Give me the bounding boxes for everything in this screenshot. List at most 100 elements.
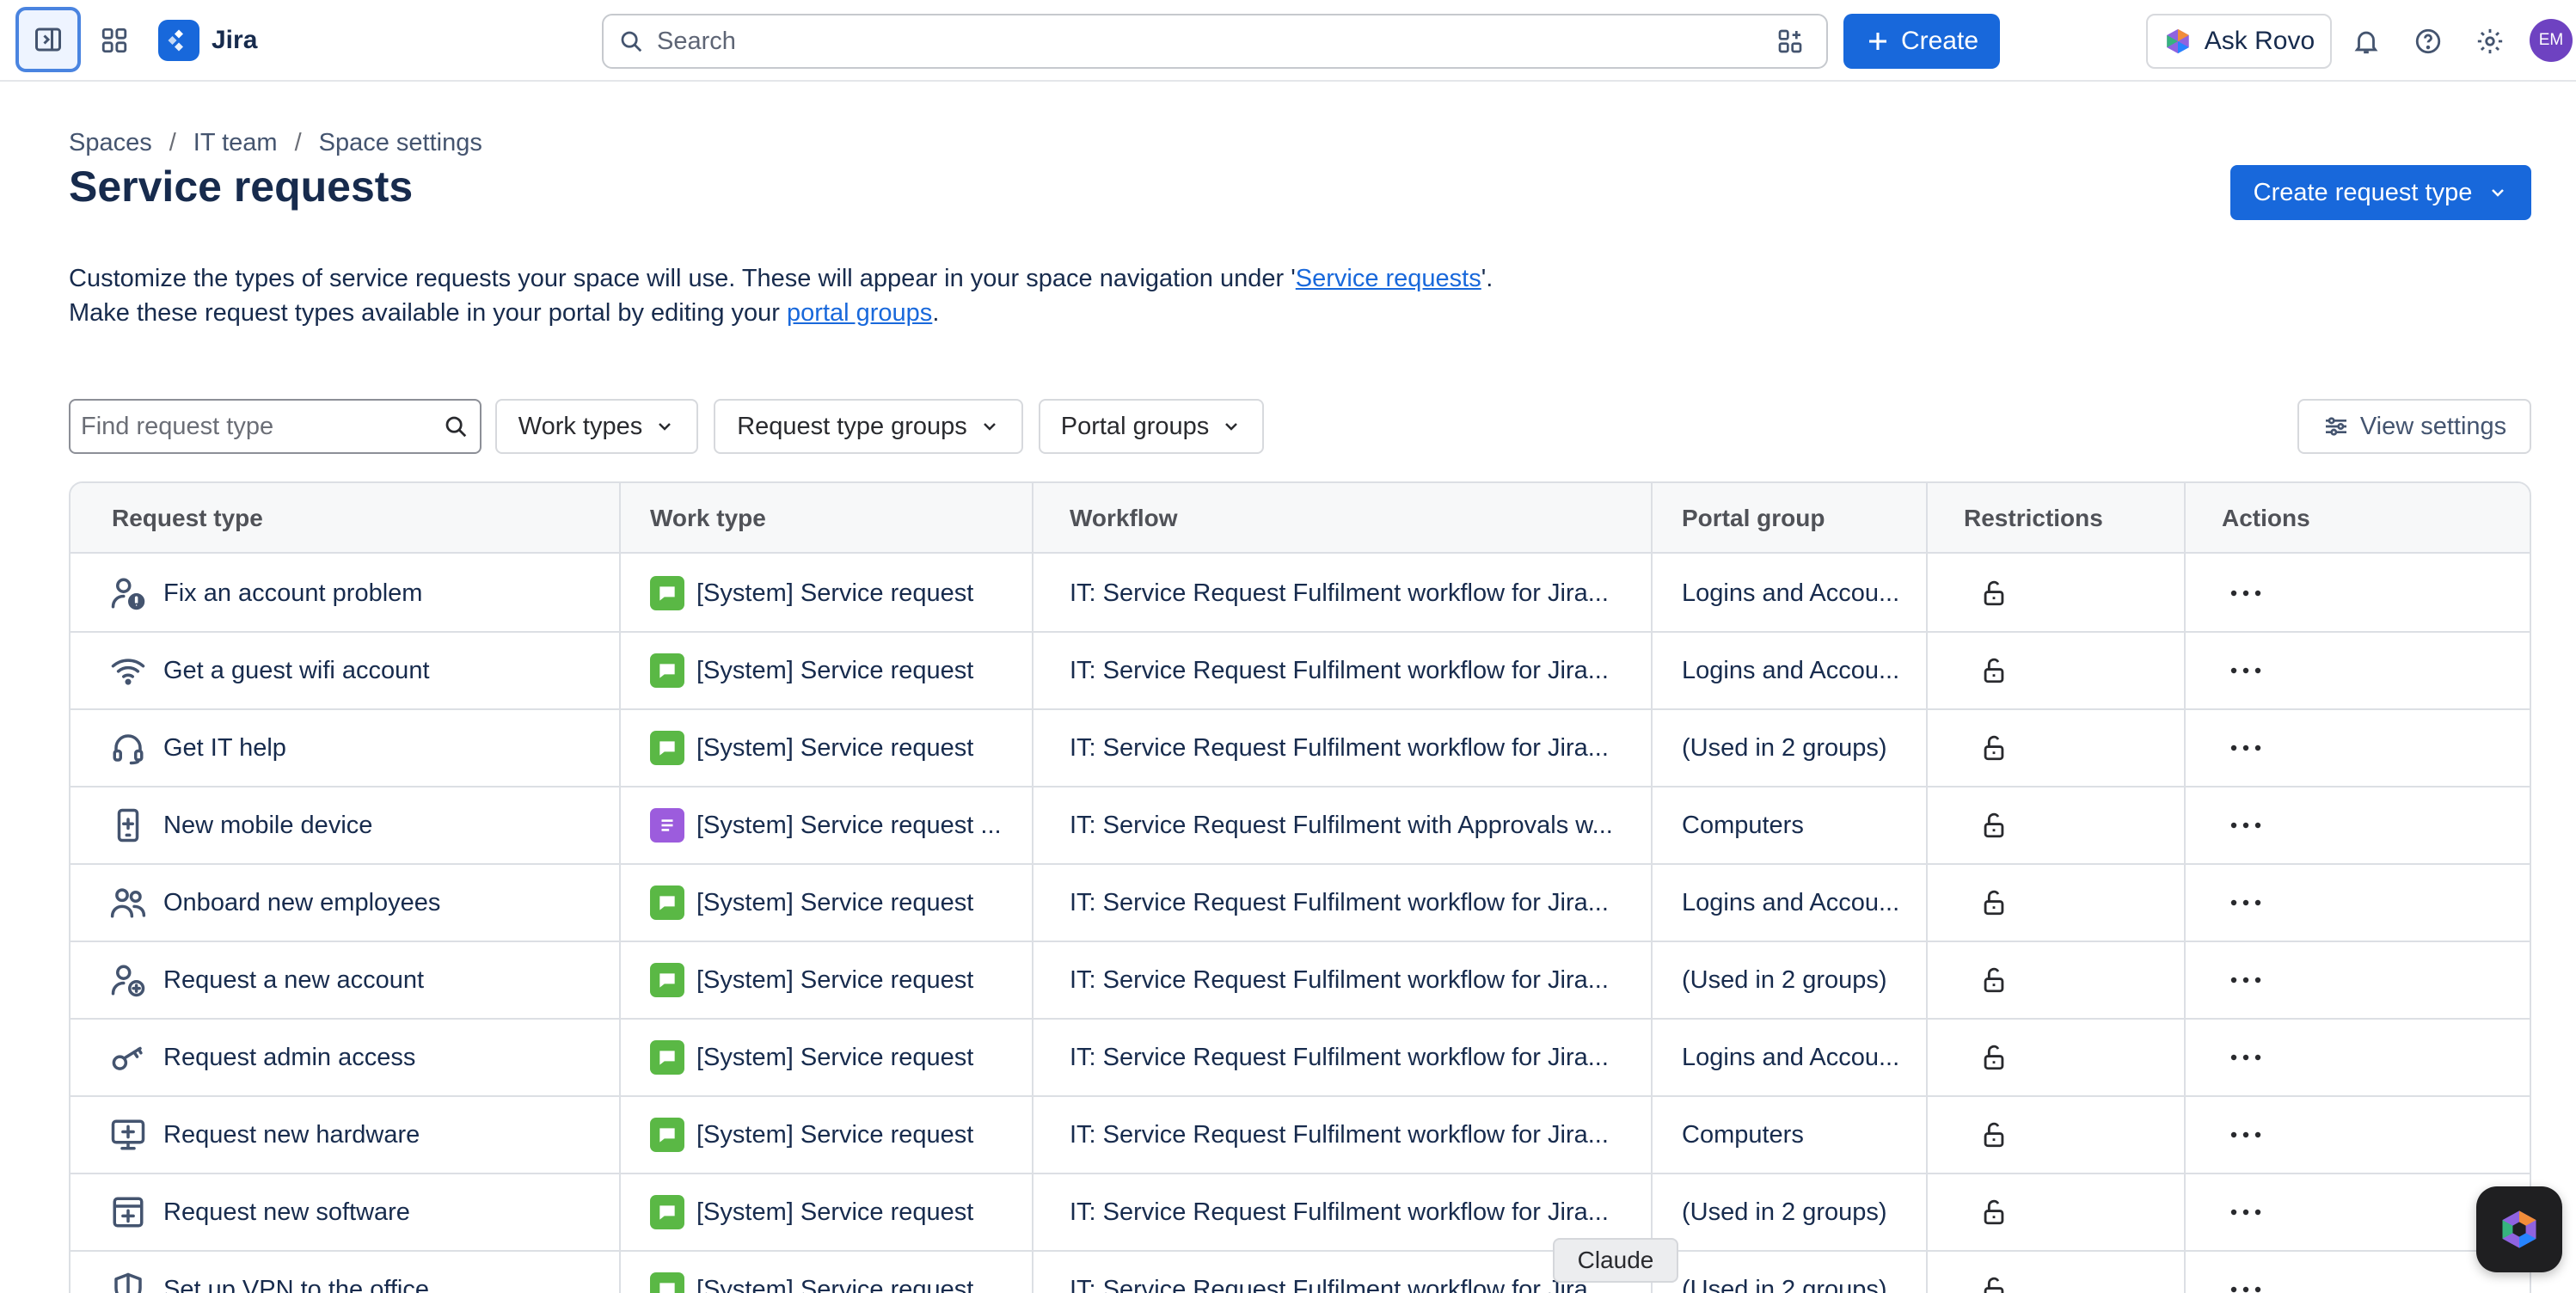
more-actions-icon[interactable] <box>2220 649 2272 692</box>
table-row[interactable]: New mobile device [System] Service reques… <box>71 787 2530 865</box>
portal-group-label[interactable]: (Used in 2 groups) <box>1682 1276 1887 1293</box>
table-row[interactable]: Request a new account [System] Service re… <box>71 942 2530 1020</box>
more-actions-icon[interactable] <box>2220 572 2272 615</box>
more-actions-icon[interactable] <box>2220 804 2272 847</box>
request-type-name[interactable]: Request new hardware <box>163 1121 420 1149</box>
table-row[interactable]: Get a guest wifi account [System] Service… <box>71 633 2530 710</box>
workflow-label[interactable]: IT: Service Request Fulfilment workflow … <box>1070 1044 1609 1072</box>
table-row[interactable]: Request new software [System] Service req… <box>71 1174 2530 1252</box>
request-type-name[interactable]: Request admin access <box>163 1044 415 1072</box>
request-type-groups-filter[interactable]: Request type groups <box>714 399 1023 454</box>
portal-group-label[interactable]: Logins and Accou... <box>1682 1044 1899 1072</box>
request-type-name[interactable]: Onboard new employees <box>163 889 440 917</box>
global-search[interactable] <box>602 14 1828 69</box>
unlock-icon[interactable] <box>1972 804 2015 847</box>
more-actions-icon[interactable] <box>2220 1113 2272 1156</box>
portal-group-label[interactable]: Computers <box>1682 1121 1804 1149</box>
view-settings-button[interactable]: View settings <box>2297 399 2531 454</box>
table-row[interactable]: Set up VPN to the office [System] Service… <box>71 1252 2530 1293</box>
header-portal-group[interactable]: Portal group <box>1682 483 1825 554</box>
portal-group-label[interactable]: Computers <box>1682 812 1804 840</box>
workflow-label[interactable]: IT: Service Request Fulfilment workflow … <box>1070 889 1609 917</box>
more-actions-icon[interactable] <box>2220 1191 2272 1234</box>
more-actions-icon[interactable] <box>2220 959 2272 1002</box>
workflow-label[interactable]: IT: Service Request Fulfilment workflow … <box>1070 1198 1609 1227</box>
request-type-name[interactable]: Get a guest wifi account <box>163 657 430 685</box>
table-row[interactable]: Request new hardware [System] Service req… <box>71 1097 2530 1174</box>
more-actions-icon[interactable] <box>2220 881 2272 924</box>
request-type-cell[interactable]: Get IT help <box>108 710 607 786</box>
workflow-label[interactable]: IT: Service Request Fulfilment with Appr… <box>1070 812 1613 840</box>
app-switcher-button[interactable] <box>89 15 139 65</box>
find-request-type-field[interactable] <box>69 399 481 454</box>
portal-groups-filter[interactable]: Portal groups <box>1039 399 1264 454</box>
notifications-button[interactable] <box>2342 17 2390 65</box>
request-type-cell[interactable]: Request new software <box>108 1174 607 1250</box>
request-type-cell[interactable]: Fix an account problem <box>108 555 607 631</box>
breadcrumb-it-team[interactable]: IT team <box>193 129 278 157</box>
portal-group-label[interactable]: Logins and Accou... <box>1682 657 1899 685</box>
portal-group-label[interactable]: (Used in 2 groups) <box>1682 734 1887 763</box>
request-type-cell[interactable]: Onboard new employees <box>108 865 607 941</box>
search-input[interactable] <box>657 27 1771 56</box>
table-row[interactable]: Fix an account problem [System] Service r… <box>71 555 2530 633</box>
breadcrumb-spaces[interactable]: Spaces <box>69 129 152 157</box>
unlock-icon[interactable] <box>1972 572 2015 615</box>
request-type-cell[interactable]: New mobile device <box>108 787 607 863</box>
request-type-cell[interactable]: Request a new account <box>108 942 607 1018</box>
workflow-label[interactable]: IT: Service Request Fulfilment workflow … <box>1070 579 1609 608</box>
portal-groups-link[interactable]: portal groups <box>787 299 932 327</box>
settings-button[interactable] <box>2466 17 2514 65</box>
unlock-icon[interactable] <box>1972 881 2015 924</box>
find-request-type-input[interactable] <box>81 412 437 441</box>
help-button[interactable] <box>2404 17 2452 65</box>
portal-group-label[interactable]: Logins and Accou... <box>1682 579 1899 608</box>
request-type-cell[interactable]: Request new hardware <box>108 1097 607 1173</box>
unlock-icon[interactable] <box>1972 959 2015 1002</box>
app-grid-icon <box>101 28 127 53</box>
jira-home-link[interactable]: Jira <box>158 19 257 62</box>
unlock-icon[interactable] <box>1972 649 2015 692</box>
more-actions-icon[interactable] <box>2220 726 2272 769</box>
create-button[interactable]: Create <box>1843 14 2000 69</box>
ask-rovo-button[interactable]: Ask Rovo <box>2146 14 2332 69</box>
service-requests-link[interactable]: Service requests <box>1296 265 1481 292</box>
more-actions-icon[interactable] <box>2220 1036 2272 1079</box>
request-type-name[interactable]: Set up VPN to the office <box>163 1276 429 1293</box>
portal-group-label[interactable]: Logins and Accou... <box>1682 889 1899 917</box>
portal-group-label[interactable]: (Used in 2 groups) <box>1682 1198 1887 1227</box>
unlock-icon[interactable] <box>1972 1191 2015 1234</box>
work-types-filter[interactable]: Work types <box>495 399 698 454</box>
header-work-type[interactable]: Work type <box>650 483 766 554</box>
user-avatar[interactable]: EM <box>2530 19 2573 62</box>
unlock-icon[interactable] <box>1972 726 2015 769</box>
more-actions-icon[interactable] <box>2220 1268 2272 1293</box>
request-type-cell[interactable]: Set up VPN to the office <box>108 1252 607 1293</box>
request-type-name[interactable]: Request new software <box>163 1198 410 1227</box>
search-filters-icon[interactable] <box>1771 22 1809 60</box>
table-row[interactable]: Request admin access [System] Service req… <box>71 1020 2530 1097</box>
header-workflow[interactable]: Workflow <box>1070 483 1177 554</box>
workflow-label[interactable]: IT: Service Request Fulfilment workflow … <box>1070 966 1609 995</box>
header-request-type[interactable]: Request type <box>112 483 263 554</box>
create-request-type-button[interactable]: Create request type <box>2230 165 2531 220</box>
request-type-name[interactable]: New mobile device <box>163 812 372 840</box>
portal-group-label[interactable]: (Used in 2 groups) <box>1682 966 1887 995</box>
unlock-icon[interactable] <box>1972 1268 2015 1293</box>
request-type-name[interactable]: Request a new account <box>163 966 424 995</box>
request-type-name[interactable]: Fix an account problem <box>163 579 422 608</box>
request-type-cell[interactable]: Get a guest wifi account <box>108 633 607 708</box>
table-row[interactable]: Onboard new employees [System] Service re… <box>71 865 2530 942</box>
rovo-chat-button[interactable] <box>2476 1186 2562 1272</box>
workflow-label[interactable]: IT: Service Request Fulfilment workflow … <box>1070 1276 1609 1293</box>
sidebar-toggle-button[interactable] <box>15 7 81 72</box>
unlock-icon[interactable] <box>1972 1036 2015 1079</box>
workflow-label[interactable]: IT: Service Request Fulfilment workflow … <box>1070 657 1609 685</box>
breadcrumb-space-settings[interactable]: Space settings <box>319 129 482 157</box>
request-type-cell[interactable]: Request admin access <box>108 1020 607 1095</box>
workflow-label[interactable]: IT: Service Request Fulfilment workflow … <box>1070 1121 1609 1149</box>
unlock-icon[interactable] <box>1972 1113 2015 1156</box>
workflow-label[interactable]: IT: Service Request Fulfilment workflow … <box>1070 734 1609 763</box>
request-type-name[interactable]: Get IT help <box>163 734 286 763</box>
table-row[interactable]: Get IT help [System] Service request IT: S… <box>71 710 2530 787</box>
